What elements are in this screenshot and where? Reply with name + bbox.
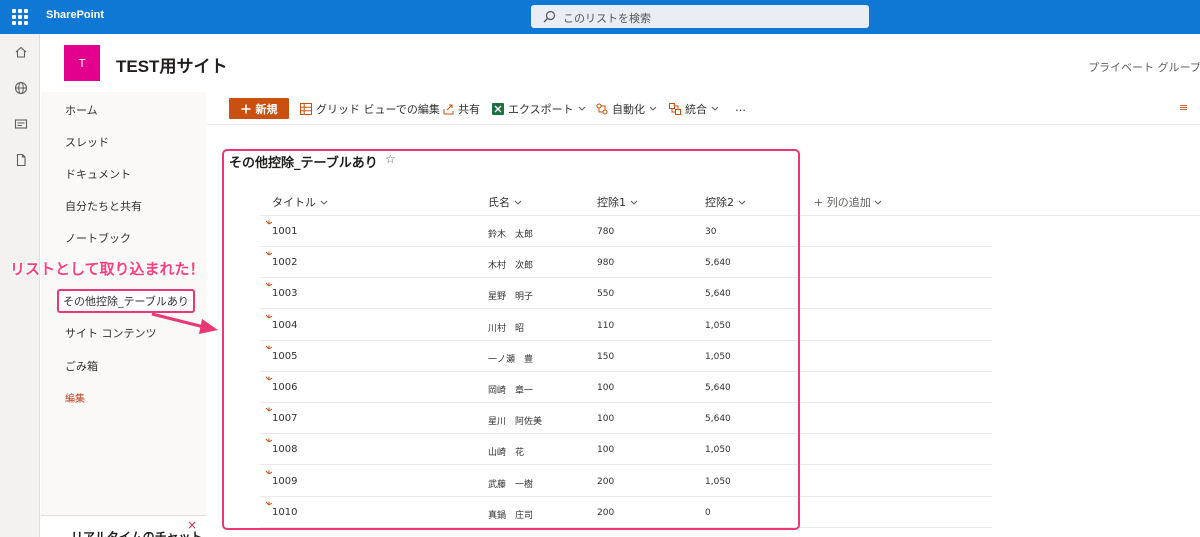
grid-edit-button[interactable]: グリッド ビューでの編集 xyxy=(300,101,440,117)
export-button[interactable]: エクスポート xyxy=(492,101,586,117)
share-button[interactable]: 共有 xyxy=(443,101,480,117)
news-icon[interactable] xyxy=(14,117,28,131)
view-options-button[interactable]: ≡ xyxy=(1179,101,1188,114)
suite-bar: SharePoint このリストを検索 xyxy=(0,0,1200,34)
annotation-callout: リストとして取り込まれた！ xyxy=(10,261,205,278)
highlight-frame xyxy=(222,149,800,530)
automate-label: 自動化 xyxy=(612,103,645,116)
plus-icon: + xyxy=(814,196,824,209)
document-icon[interactable] xyxy=(14,153,28,167)
search-placeholder: このリストを検索 xyxy=(563,12,651,25)
nav-item-recycle-bin[interactable]: ごみ箱 xyxy=(65,358,98,374)
more-icon: … xyxy=(735,101,746,114)
nav-edit-link[interactable]: 編集 xyxy=(65,390,85,405)
chat-title: リアルタイムのチャット xyxy=(71,530,203,537)
share-label: 共有 xyxy=(458,103,480,116)
globe-icon[interactable] xyxy=(14,81,28,95)
annotation-arrow-icon xyxy=(151,312,218,334)
new-button[interactable]: 新規 xyxy=(229,98,289,119)
integrate-label: 統合 xyxy=(685,103,707,116)
search-icon xyxy=(543,10,556,23)
grid-edit-label: グリッド ビューでの編集 xyxy=(316,103,440,116)
nav-item-threads[interactable]: スレッド xyxy=(65,134,109,150)
share-icon xyxy=(443,104,454,114)
export-label: エクスポート xyxy=(508,103,574,116)
home-icon[interactable] xyxy=(14,45,28,59)
app-bar xyxy=(0,34,40,537)
nav-item-notebook[interactable]: ノートブック xyxy=(65,230,131,246)
app-brand[interactable]: SharePoint xyxy=(46,9,104,21)
close-icon[interactable]: × xyxy=(187,518,197,532)
chevron-down-icon xyxy=(874,200,882,205)
nav-item-documents[interactable]: ドキュメント xyxy=(65,166,131,182)
app-launcher-icon[interactable] xyxy=(12,9,28,25)
nav-item-shared[interactable]: 自分たちと共有 xyxy=(65,198,142,214)
nav-item-home[interactable]: ホーム xyxy=(65,102,98,118)
command-bar: 新規 グリッド ビューでの編集 共有 エクスポート 自動化 統合 … ≡ xyxy=(207,92,1200,125)
nav-item-site-contents[interactable]: サイト コンテンツ xyxy=(65,325,157,341)
integrate-button[interactable]: 統合 xyxy=(669,101,719,117)
search-box[interactable]: このリストを検索 xyxy=(531,5,869,28)
automate-button[interactable]: 自動化 xyxy=(596,101,657,117)
privacy-label: プライベート グループ xyxy=(1088,61,1200,74)
grid-icon xyxy=(300,103,312,115)
site-title[interactable]: TEST用サイト xyxy=(116,52,227,77)
chevron-down-icon xyxy=(711,106,719,111)
chevron-down-icon xyxy=(578,106,586,111)
add-column-button[interactable]: + 列の追加 xyxy=(814,194,882,210)
more-options-button[interactable]: … xyxy=(735,101,746,114)
chat-panel: リアルタイムのチャット × xyxy=(41,515,206,537)
add-column-label: 列の追加 xyxy=(826,196,871,209)
automate-icon xyxy=(596,103,608,115)
excel-icon xyxy=(492,103,504,115)
site-logo[interactable]: T xyxy=(64,45,100,81)
plus-icon xyxy=(241,104,250,113)
new-button-label: 新規 xyxy=(255,102,278,116)
chevron-down-icon xyxy=(649,106,657,111)
integrate-icon xyxy=(669,103,681,115)
view-options-icon: ≡ xyxy=(1179,101,1189,114)
